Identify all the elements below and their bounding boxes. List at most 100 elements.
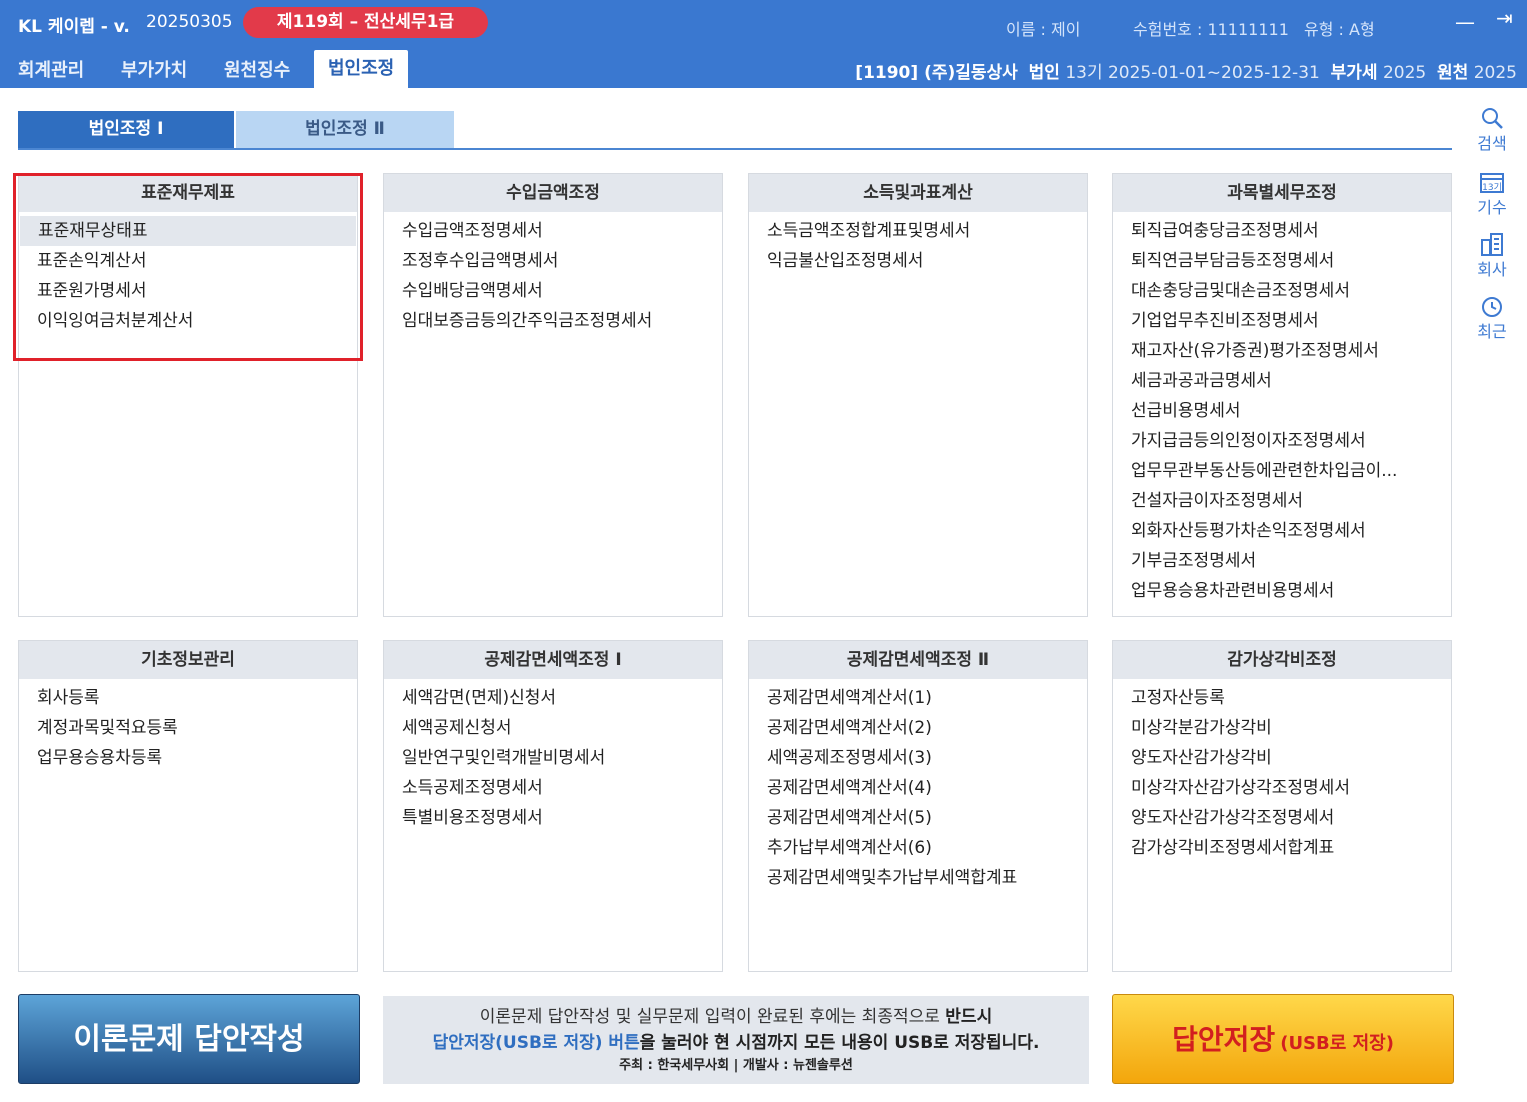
list-item[interactable]: 익금불산입조정명세서: [749, 246, 1087, 276]
list-item[interactable]: 표준손익계산서: [19, 246, 357, 276]
notice-bold: 반드시: [945, 1007, 993, 1027]
list-item[interactable]: 가지급금등의인정이자조정명세서: [1113, 426, 1451, 456]
panel-title: 수입금액조정: [384, 174, 722, 212]
vat-year: 2025: [1382, 63, 1427, 83]
side-tool-recent[interactable]: 최근: [1472, 294, 1512, 342]
list-item[interactable]: 수입배당금액명세서: [384, 276, 722, 306]
list-item[interactable]: 공제감면세액및추가납부세액합계표: [749, 863, 1087, 893]
withholding-label: 원천: [1437, 63, 1469, 83]
notice-text-rest: 을 눌러야 현 시점까지 모든 내용이 USB로 저장됩니다.: [639, 1033, 1040, 1053]
panel-title: 감가상각비조정: [1113, 641, 1451, 679]
list-item[interactable]: 퇴직급여충당금조정명세서: [1113, 216, 1451, 246]
calendar-icon: 13기: [1480, 173, 1504, 193]
list-item[interactable]: 조정후수입금액명세서: [384, 246, 722, 276]
list-item[interactable]: 미상각자산감가상각조정명세서: [1113, 773, 1451, 803]
list-item[interactable]: 공제감면세액계산서(2): [749, 713, 1087, 743]
calendar-icon-text: 13기: [1482, 182, 1502, 193]
menu-tab-vat[interactable]: 부가가치: [121, 56, 187, 82]
exit-icon[interactable]: ⇥: [1496, 6, 1513, 30]
notice-save-hint: 답안저장(USB로 저장) 버튼: [432, 1033, 640, 1053]
list-item[interactable]: 기부금조정명세서: [1113, 546, 1451, 576]
menu-tab-accounting[interactable]: 회계관리: [18, 56, 84, 82]
list-item[interactable]: 세액감면(면제)신청서: [384, 683, 722, 713]
list-item[interactable]: 고정자산등록: [1113, 683, 1451, 713]
panel-income-tax-base: 소득및과표계산 소득금액조정합계표및명세서 익금불산입조정명세서: [748, 173, 1088, 617]
side-tool-search[interactable]: 검색: [1472, 106, 1512, 154]
save-answer-button[interactable]: 답안저장 (USB로 저장): [1112, 994, 1454, 1084]
list-item[interactable]: 공제감면세액계산서(1): [749, 683, 1087, 713]
app-logo: KL 케이렙 - v.: [18, 17, 130, 37]
notice-credit: 주최 : 한국세무사회 | 개발사 : 뉴젠솔루션: [619, 1058, 853, 1073]
list-item[interactable]: 임대보증금등의간주익금조정명세서: [384, 306, 722, 336]
list-item[interactable]: 퇴직연금부담금등조정명세서: [1113, 246, 1451, 276]
list-item[interactable]: 업무용승용차관련비용명세서: [1113, 576, 1451, 606]
panel-title: 기초정보관리: [19, 641, 357, 679]
subtab-divider: [18, 148, 1452, 150]
list-item[interactable]: 세액공제신청서: [384, 713, 722, 743]
panel-depreciation: 감가상각비조정 고정자산등록 미상각분감가상각비 양도자산감가상각비 미상각자산…: [1112, 640, 1452, 972]
list-item[interactable]: 소득금액조정합계표및명세서: [749, 216, 1087, 246]
side-tool-label: 기수: [1477, 198, 1507, 217]
panel-tax-credit-1: 공제감면세액조정 Ⅰ 세액감면(면제)신청서 세액공제신청서 일반연구및인력개발…: [383, 640, 723, 972]
list-item[interactable]: 외화자산등평가차손익조정명세서: [1113, 516, 1451, 546]
company-info: [1190] (주)길동상사 법인 13기 2025-01-01~2025-12…: [855, 58, 1517, 83]
panel-title: 과목별세무조정: [1113, 174, 1451, 212]
list-item[interactable]: 건설자금이자조정명세서: [1113, 486, 1451, 516]
corp-label: 법인: [1028, 63, 1060, 83]
menu-tab-corporate-adjustment[interactable]: 법인조정: [314, 50, 409, 88]
list-item[interactable]: 추가납부세액계산서(6): [749, 833, 1087, 863]
panel-title: 표준재무제표: [19, 174, 357, 212]
building-icon: [1481, 233, 1503, 256]
list-item[interactable]: 회사등록: [19, 683, 357, 713]
panel-basic-info: 기초정보관리 회사등록 계정과목및적요등록 업무용승용차등록: [18, 640, 358, 972]
exam-type: 유형 : A형: [1304, 20, 1375, 39]
vat-label: 부가세: [1330, 63, 1378, 83]
list-item[interactable]: 세금과공과금명세서: [1113, 366, 1451, 396]
list-item[interactable]: 감가상각비조정명세서합계표: [1113, 833, 1451, 863]
panel-title: 공제감면세액조정 Ⅱ: [749, 641, 1087, 679]
theory-answer-button[interactable]: 이론문제 답안작성: [18, 994, 360, 1084]
exam-badge: 제119회 – 전산세무1급: [243, 7, 488, 38]
list-item[interactable]: 소득공제조정명세서: [384, 773, 722, 803]
panel-revenue-adjustment: 수입금액조정 수입금액조정명세서 조정후수입금액명세서 수입배당금액명세서 임대…: [383, 173, 723, 617]
list-item[interactable]: 특별비용조정명세서: [384, 803, 722, 833]
side-tool-company[interactable]: 회사: [1472, 232, 1512, 280]
side-tool-label: 회사: [1477, 260, 1507, 279]
list-item[interactable]: 계정과목및적요등록: [19, 713, 357, 743]
app-version: 20250305: [146, 12, 233, 32]
save-button-sublabel: (USB로 저장): [1280, 1033, 1394, 1054]
subtab-corporate-1[interactable]: 법인조정 Ⅰ: [18, 111, 234, 148]
list-item[interactable]: 업무용승용차등록: [19, 743, 357, 773]
list-item[interactable]: 양도자산감가상각조정명세서: [1113, 803, 1451, 833]
list-item[interactable]: 공제감면세액계산서(4): [749, 773, 1087, 803]
side-tool-label: 최근: [1477, 322, 1507, 341]
panel-title: 공제감면세액조정 Ⅰ: [384, 641, 722, 679]
panel-tax-credit-2: 공제감면세액조정 Ⅱ 공제감면세액계산서(1) 공제감면세액계산서(2) 세액공…: [748, 640, 1088, 972]
withholding-year: 2025: [1473, 63, 1517, 83]
list-item[interactable]: 미상각분감가상각비: [1113, 713, 1451, 743]
list-item[interactable]: 공제감면세액계산서(5): [749, 803, 1087, 833]
notice-box: 이론문제 답안작성 및 실무문제 입력이 완료된 후에는 최종적으로 반드시 답…: [383, 996, 1089, 1084]
list-item[interactable]: 업무무관부동산등에관련한차입금이...: [1113, 456, 1451, 486]
examinee-name: 이름 : 제이: [1006, 20, 1081, 39]
list-item[interactable]: 선급비용명세서: [1113, 396, 1451, 426]
company-code-name: [1190] (주)길동상사: [855, 63, 1018, 83]
list-item[interactable]: 양도자산감가상각비: [1113, 743, 1451, 773]
panel-title: 소득및과표계산: [749, 174, 1087, 212]
side-tool-period[interactable]: 13기 기수: [1472, 170, 1512, 218]
exam-number: 수험번호 : 11111111: [1133, 20, 1289, 39]
list-item[interactable]: 대손충당금및대손금조정명세서: [1113, 276, 1451, 306]
list-item[interactable]: 수입금액조정명세서: [384, 216, 722, 246]
list-item[interactable]: 기업업무추진비조정명세서: [1113, 306, 1451, 336]
top-header: KL 케이렙 - v. 20250305 제119회 – 전산세무1급 이름 :…: [0, 0, 1527, 88]
list-item[interactable]: 재고자산(유가증권)평가조정명세서: [1113, 336, 1451, 366]
panel-account-tax-adjustment: 과목별세무조정 퇴직급여충당금조정명세서 퇴직연금부담금등조정명세서 대손충당금…: [1112, 173, 1452, 617]
subtab-corporate-2[interactable]: 법인조정 Ⅱ: [236, 111, 454, 148]
list-item[interactable]: 이익잉여금처분계산서: [19, 306, 357, 336]
minimize-button[interactable]: —: [1455, 10, 1475, 34]
menu-tab-withholding[interactable]: 원천징수: [224, 56, 290, 82]
list-item[interactable]: 세액공제조정명세서(3): [749, 743, 1087, 773]
list-item[interactable]: 표준원가명세서: [19, 276, 357, 306]
list-item[interactable]: 표준재무상태표: [20, 216, 356, 246]
list-item[interactable]: 일반연구및인력개발비명세서: [384, 743, 722, 773]
